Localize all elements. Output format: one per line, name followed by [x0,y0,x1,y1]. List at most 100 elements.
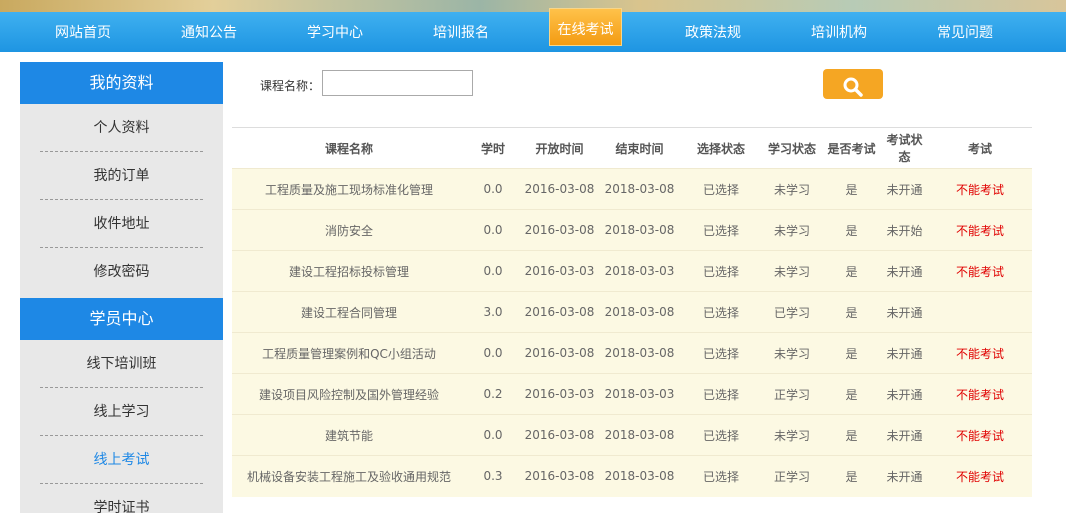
col-select-status-header: 选择状态 [696,141,745,156]
col-end-time-cell: 2018-03-03 [604,387,675,401]
col-hours-cell: 0.0 [483,346,503,360]
col-exam-header: 考试 [967,141,992,156]
nav-faq[interactable]: 常见问题 [922,12,1008,52]
col-select-status-cell: 已选择 [702,223,739,238]
col-has-exam-cell: 是 [845,305,858,320]
col-exam-cell: 不能考试 [928,456,1032,497]
col-has-exam-cell: 是 [845,346,858,361]
sidebar-item-online-study[interactable]: 线上学习 [20,388,223,436]
sidebar-item-orders[interactable]: 我的订单 [20,152,223,200]
sidebar-item-profile[interactable]: 个人资料 [20,104,223,152]
col-end-time-cell: 2018-03-08 [604,305,675,319]
col-hours-cell: 0.0 [483,182,503,196]
col-study-status-header: 学习状态 [767,141,816,156]
sidebar-item-change-password[interactable]: 修改密码 [20,248,223,296]
col-select-status-cell: 已选择 [702,182,739,197]
nav-institutions[interactable]: 培训机构 [796,12,882,52]
nav-policies[interactable]: 政策法规 [670,12,756,52]
col-exam-status-cell: 未开通 [886,305,923,320]
col-hours-cell: 0.0 [483,223,503,237]
nav-online-exam[interactable]: 在线考试 [549,8,622,46]
nav-notices[interactable]: 通知公告 [166,12,252,52]
nav-training-signup[interactable]: 培训报名 [418,12,504,52]
table-row: 工程质量及施工现场标准化管理 0.0 2016-03-08 2018-03-08 已选择… [232,168,1032,210]
sidebar: 我的资料 个人资料 我的订单 收件地址 修改密码 学员中心 线下培训班 线上学习… [20,62,223,513]
col-exam-cell: 不能考试 [928,169,1032,210]
col-course-name-cell: 工程质量管理案例和QC小组活动 [262,346,436,361]
col-study-status-cell: 未学习 [773,223,810,238]
col-study-status-cell: 正学习 [773,387,810,402]
col-has-exam-cell: 是 [845,428,858,443]
col-exam-status-header: 考试状态 [886,133,923,164]
nav-study-center[interactable]: 学习中心 [292,12,378,52]
sidebar-item-address[interactable]: 收件地址 [20,200,223,248]
exam-action-link[interactable]: 不能考试 [956,470,1004,484]
col-exam-status-cell: 未开通 [886,387,923,402]
col-hours-cell: 0.0 [483,428,503,442]
exam-action-link[interactable]: 不能考试 [956,224,1004,238]
col-open-time-cell: 2016-03-08 [524,346,595,360]
col-exam-status-cell: 未开始 [886,223,923,238]
col-hours-cell: 3.0 [483,305,503,319]
table-row: 建设工程合同管理 3.0 2016-03-08 2018-03-08 已选择 已学习 是 未开… [232,291,1032,333]
col-has-exam-cell: 是 [845,223,858,238]
course-table: 课程名称 学时 开放时间 结束时间 选择状态 学习状态 是否考试 考试状态 考试 工程质量及施工… [232,127,1032,497]
col-study-status-cell: 未学习 [773,428,810,443]
col-open-time-cell: 2016-03-08 [524,469,595,484]
sidebar-section-student-center: 学员中心 [20,298,223,340]
col-open-time-cell: 2016-03-03 [524,264,595,278]
sidebar-item-offline-class[interactable]: 线下培训班 [20,340,223,388]
col-course-name-cell: 建设工程合同管理 [300,305,397,320]
col-end-time-cell: 2018-03-03 [604,264,675,278]
exam-action-link[interactable]: 不能考试 [956,388,1004,402]
exam-action-link[interactable]: 不能考试 [956,347,1004,361]
col-course-name-cell: 消防安全 [324,223,373,238]
search-label: 课程名称： [260,79,321,93]
table-row: 消防安全 0.0 2016-03-08 2018-03-08 已选择 未学习 是 未开始 不能考… [232,209,1032,251]
col-hours-cell: 0.0 [483,264,503,278]
col-exam-cell: 不能考试 [928,210,1032,251]
course-name-input[interactable] [322,70,473,96]
exam-action-link[interactable]: 不能考试 [956,429,1004,443]
col-end-time-cell: 2018-03-08 [604,346,675,360]
col-open-time-header: 开放时间 [535,141,584,156]
col-has-exam-cell: 是 [845,182,858,197]
exam-action-link[interactable]: 不能考试 [956,183,1004,197]
col-exam-status-cell: 未开通 [886,428,923,443]
top-banner-image [0,0,1066,12]
col-course-name-cell: 建设项目风险控制及国外管理经验 [258,387,439,402]
col-open-time-cell: 2016-03-08 [524,223,595,237]
col-course-name-header: 课程名称 [324,141,373,156]
sidebar-item-certificate[interactable]: 学时证书 [20,484,223,513]
sidebar-item-online-exam[interactable]: 线上考试 [20,436,223,484]
col-exam-cell [928,292,1032,333]
col-study-status-cell: 未学习 [773,264,810,279]
col-study-status-cell: 未学习 [773,182,810,197]
col-study-status-cell: 正学习 [773,469,810,484]
table-row: 建筑节能 0.0 2016-03-08 2018-03-08 已选择 未学习 是 未开通 不能考… [232,414,1032,456]
col-select-status-cell: 已选择 [702,305,739,320]
sidebar-section-my-profile: 我的资料 [20,62,223,104]
col-select-status-cell: 已选择 [702,428,739,443]
col-open-time-cell: 2016-03-08 [524,428,595,442]
col-course-name-cell: 机械设备安装工程施工及验收通用规范 [246,469,451,484]
col-select-status-cell: 已选择 [702,346,739,361]
search-icon [843,77,863,97]
col-end-time-cell: 2018-03-08 [604,223,675,237]
col-end-time-cell: 2018-03-08 [604,182,675,196]
col-course-name-cell: 工程质量及施工现场标准化管理 [264,182,433,197]
search-button[interactable] [823,69,883,99]
col-has-exam-header: 是否考试 [827,141,876,156]
col-open-time-cell: 2016-03-08 [524,182,595,196]
col-exam-cell: 不能考试 [928,415,1032,456]
nav-home[interactable]: 网站首页 [40,12,126,52]
col-hours-cell: 0.3 [483,469,503,484]
table-row: 建设工程招标投标管理 0.0 2016-03-03 2018-03-03 已选择 未学习 是… [232,250,1032,292]
col-open-time-cell: 2016-03-03 [524,387,595,401]
col-open-time-cell: 2016-03-08 [524,305,595,319]
table-row: 机械设备安装工程施工及验收通用规范 0.3 2016-03-08 2018-03-08… [232,455,1032,497]
col-has-exam-cell: 是 [845,264,858,279]
exam-action-link[interactable]: 不能考试 [956,265,1004,279]
col-select-status-cell: 已选择 [702,264,739,279]
col-study-status-cell: 未学习 [773,346,810,361]
